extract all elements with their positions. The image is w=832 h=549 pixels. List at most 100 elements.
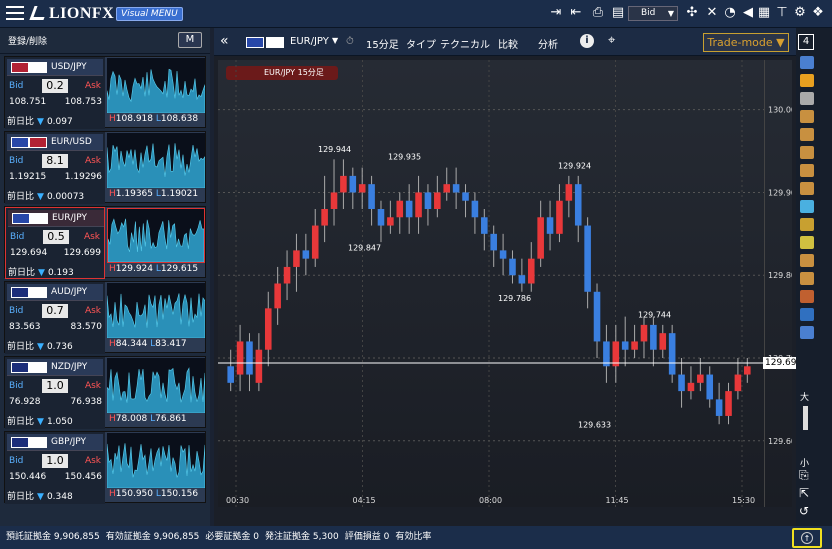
price-type-select[interactable]: Bid: [628, 6, 678, 21]
pair-info[interactable]: USD/JPY Bid 0.2 Ask 108.751 108.753 前日比 ▼…: [5, 57, 105, 129]
candle-body: [396, 200, 404, 218]
ray-line-tool-icon[interactable]: [800, 128, 814, 141]
currency-pair-audjpy[interactable]: AUD/JPY Bid 0.7 Ask 83.563 83.570 前日比 ▼ 0.…: [4, 281, 206, 354]
currency-pair-eurjpy[interactable]: EUR/JPY Bid 0.5 Ask 129.694 129.699 前日比 ▼…: [4, 206, 206, 279]
news-icon[interactable]: ▦: [756, 6, 772, 20]
register-delete-button[interactable]: 登録/削除: [8, 34, 47, 47]
window-count-badge[interactable]: 4: [798, 34, 814, 50]
settle-icon[interactable]: ⇤: [568, 6, 584, 20]
analysis-button[interactable]: 分析: [538, 36, 558, 51]
info-icon[interactable]: ❖: [810, 6, 826, 20]
save-icon[interactable]: ▤: [610, 6, 626, 20]
period-tool-icon[interactable]: [800, 272, 814, 285]
crosshair-icon[interactable]: ⌖: [608, 33, 615, 48]
price-annotation: 129.924: [558, 162, 591, 171]
prev-day-label: 前日比: [7, 342, 35, 352]
scroll-top-button[interactable]: ↑: [792, 528, 822, 548]
bid-label: Bid: [9, 306, 24, 316]
symbol-dropdown-icon[interactable]: ▼: [332, 36, 338, 45]
visual-menu-button[interactable]: Visual MENU: [116, 7, 183, 21]
fibonacci-tool-icon[interactable]: [800, 200, 814, 213]
bid-price[interactable]: 108.751: [9, 97, 46, 107]
order-icon[interactable]: ⇥: [548, 6, 564, 20]
pair-header[interactable]: NZD/JPY: [7, 359, 103, 376]
mini-chart[interactable]: [107, 283, 205, 338]
high-value: 78.008: [115, 414, 148, 424]
mini-chart[interactable]: [107, 133, 205, 188]
currency-pair-usdjpy[interactable]: USD/JPY Bid 0.2 Ask 108.751 108.753 前日比 ▼…: [4, 56, 206, 129]
pair-header[interactable]: GBP/JPY: [7, 434, 103, 451]
mode-button[interactable]: M: [178, 32, 202, 48]
pair-info[interactable]: AUD/JPY Bid 0.7 Ask 83.563 83.570 前日比 ▼ 0.…: [5, 282, 105, 354]
pair-header[interactable]: EUR/USD: [7, 134, 103, 151]
jpy-flag-icon: [29, 362, 47, 373]
marker-tool-icon[interactable]: [800, 74, 814, 87]
mini-chart[interactable]: [107, 58, 205, 113]
ticker-icon[interactable]: ✕: [704, 6, 720, 20]
spread-value: 0.5: [43, 230, 69, 244]
bar-pattern-tool-icon[interactable]: [800, 290, 814, 303]
bid-price[interactable]: 129.694: [10, 248, 47, 258]
timeframe-button[interactable]: 15分足: [366, 36, 399, 51]
info-circle-icon[interactable]: i: [580, 34, 594, 48]
ask-price[interactable]: 1.19296: [65, 172, 102, 182]
layout-tool-icon[interactable]: [800, 56, 814, 69]
pie-chart-icon[interactable]: ◔: [722, 6, 738, 20]
horizontal-line-tool-icon[interactable]: [800, 146, 814, 159]
rate-board-icon[interactable]: ✣: [684, 6, 700, 20]
ask-price[interactable]: 150.456: [65, 472, 102, 482]
export-icon[interactable]: ⇱: [799, 486, 809, 500]
mini-chart[interactable]: [107, 433, 205, 488]
pair-info[interactable]: GBP/JPY Bid 1.0 Ask 150.446 150.456 前日比 ▼…: [5, 432, 105, 504]
gann-tool-icon[interactable]: [800, 308, 814, 321]
pitchfork-tool-icon[interactable]: [800, 254, 814, 267]
status-item: 発注証拠金 5,300: [265, 532, 339, 542]
bid-price[interactable]: 150.446: [9, 472, 46, 482]
prev-day-label: 前日比: [7, 417, 35, 427]
pair-header[interactable]: USD/JPY: [7, 59, 103, 76]
trend-line-tool-icon[interactable]: [800, 110, 814, 123]
pair-info[interactable]: NZD/JPY Bid 1.0 Ask 76.928 76.938 前日比 ▼ 1.…: [5, 357, 105, 429]
currency-pair-gbpjpy[interactable]: GBP/JPY Bid 1.0 Ask 150.446 150.456 前日比 ▼…: [4, 431, 206, 504]
chart-type-button[interactable]: タイプ: [406, 36, 436, 51]
currency-pair-eurusd[interactable]: EUR/USD Bid 8.1 Ask 1.19215 1.19296 前日比 ▼…: [4, 131, 206, 204]
compare-button[interactable]: 比較: [498, 36, 518, 51]
bid-price[interactable]: 1.19215: [9, 172, 46, 182]
pair-header[interactable]: EUR/JPY: [8, 210, 104, 227]
ask-price[interactable]: 129.699: [64, 248, 101, 258]
technical-button[interactable]: テクニカル: [440, 36, 490, 51]
gear-icon[interactable]: ⚙: [792, 6, 808, 20]
aud-flag-icon: [11, 287, 29, 298]
currency-pair-nzdjpy[interactable]: NZD/JPY Bid 1.0 Ask 76.928 76.938 前日比 ▼ 1.…: [4, 356, 206, 429]
collapse-icon[interactable]: «: [220, 33, 229, 49]
ask-price[interactable]: 108.753: [65, 97, 102, 107]
hand-tool-tool-icon[interactable]: [800, 182, 814, 195]
pair-header[interactable]: AUD/JPY: [7, 284, 103, 301]
ask-label: Ask: [84, 306, 101, 316]
ask-price[interactable]: 83.570: [71, 322, 103, 332]
mini-chart[interactable]: [107, 358, 205, 413]
screenshot-icon[interactable]: ⎘: [799, 468, 809, 483]
wave-tool-icon[interactable]: [800, 218, 814, 231]
zoom-slider[interactable]: [803, 406, 808, 430]
pair-info[interactable]: EUR/JPY Bid 0.5 Ask 129.694 129.699 前日比 ▼…: [5, 207, 105, 279]
pair-info[interactable]: EUR/USD Bid 8.1 Ask 1.19215 1.19296 前日比 ▼…: [5, 132, 105, 204]
ask-price[interactable]: 76.938: [71, 397, 103, 407]
candle-body: [565, 184, 573, 201]
candlestick-chart[interactable]: EUR/JPY 15分足 130.000129.900129.800129.70…: [218, 60, 805, 507]
history-icon[interactable]: ◀: [740, 6, 756, 20]
nzd-flag-icon: [11, 362, 29, 373]
undo-icon[interactable]: ↺: [799, 504, 809, 518]
print-icon[interactable]: ⎙: [590, 6, 606, 20]
channel-tool-icon[interactable]: [800, 236, 814, 249]
indicator-tool-icon[interactable]: [800, 326, 814, 339]
cursor-tool-icon[interactable]: [800, 92, 814, 105]
bid-price[interactable]: 83.563: [9, 322, 41, 332]
vertical-line-tool-icon[interactable]: [800, 164, 814, 177]
hamburger-menu-icon[interactable]: [6, 6, 24, 20]
mini-chart[interactable]: [107, 208, 205, 263]
ranking-icon[interactable]: ⊤: [774, 6, 790, 20]
bid-price[interactable]: 76.928: [9, 397, 41, 407]
symbol-select[interactable]: EUR/JPY: [290, 36, 329, 47]
trade-mode-button[interactable]: Trade-mode ▼: [703, 33, 789, 52]
